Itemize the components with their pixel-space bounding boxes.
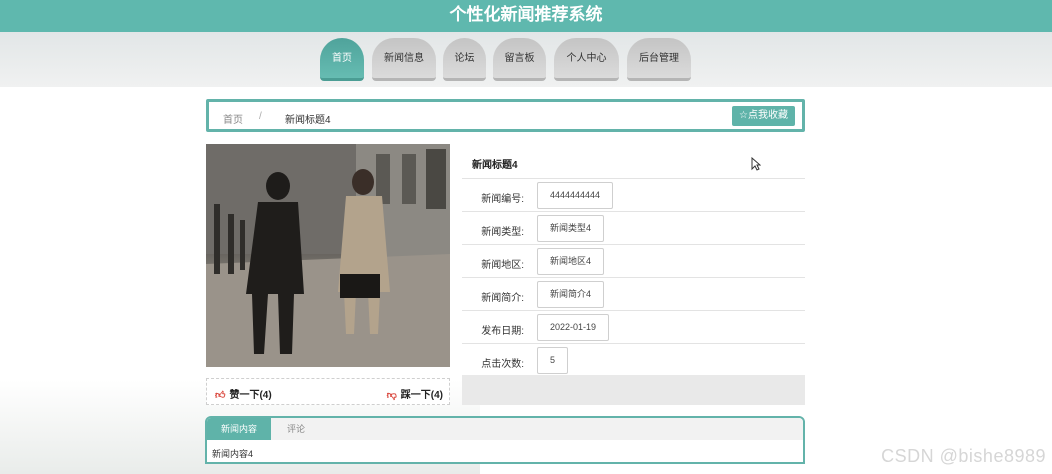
nav-item-news[interactable]: 新闻信息: [372, 38, 436, 81]
news-detail-table: 新闻编号: 4444444444 新闻类型: 新闻类型4 新闻地区: 新闻地区4…: [462, 178, 805, 377]
detail-value: 新闻类型4: [537, 215, 605, 242]
detail-label: 发布日期:: [481, 326, 524, 337]
news-content-body: 新闻内容4: [212, 449, 254, 459]
nav-item-admin[interactable]: 后台管理: [627, 38, 691, 81]
detail-table-footer: [462, 375, 805, 405]
breadcrumb: 首页 / 新闻标题4 ☆点我收藏: [206, 99, 805, 132]
dislike-label: 踩一下(4): [400, 390, 443, 401]
vote-bar: 👍︎ 赞一下(4) 👎︎ 踩一下(4): [206, 378, 450, 405]
nav-item-message-board[interactable]: 留言板: [493, 38, 546, 81]
breadcrumb-home-link[interactable]: 首页: [223, 111, 243, 126]
thumbs-down-icon: 👎︎: [386, 390, 397, 401]
watermark: CSDN @bishe8989: [881, 446, 1046, 466]
nav-item-forum[interactable]: 论坛: [443, 38, 486, 81]
news-image: [206, 144, 450, 367]
site-title: 个性化新闻推荐系统: [449, 5, 603, 24]
detail-row-clicks: 点击次数: 5: [462, 344, 805, 377]
dislike-button[interactable]: 👎︎ 踩一下(4): [387, 386, 443, 401]
breadcrumb-separator: /: [259, 111, 262, 122]
detail-row-date: 发布日期: 2022-01-19: [462, 311, 805, 344]
tab-comments[interactable]: 评论: [273, 418, 319, 440]
detail-label: 点击次数:: [481, 359, 524, 370]
detail-label: 新闻类型:: [481, 227, 524, 238]
like-label: 赞一下(4): [229, 390, 272, 401]
nav-item-user-center[interactable]: 个人中心: [554, 38, 619, 81]
detail-row-type: 新闻类型: 新闻类型4: [462, 212, 805, 245]
detail-value: 2022-01-19: [537, 314, 610, 341]
favorite-button[interactable]: ☆点我收藏: [732, 106, 795, 126]
detail-value: 新闻地区4: [537, 248, 605, 275]
tab-news-content[interactable]: 新闻内容: [207, 418, 272, 440]
detail-row-id: 新闻编号: 4444444444: [462, 179, 805, 212]
detail-label: 新闻简介:: [481, 293, 524, 304]
detail-row-region: 新闻地区: 新闻地区4: [462, 245, 805, 278]
like-button[interactable]: 👍︎ 赞一下(4): [215, 386, 272, 401]
nav-item-home[interactable]: 首页: [320, 38, 364, 81]
site-header: 个性化新闻推荐系统: [0, 0, 1052, 32]
detail-value: 新闻简介4: [537, 281, 605, 308]
thumbs-up-icon: 👍︎: [215, 390, 226, 401]
news-photo-illustration: [206, 144, 450, 367]
detail-row-summary: 新闻简介: 新闻简介4: [462, 278, 805, 311]
content-tabs: 新闻内容 评论 新闻内容4: [205, 416, 805, 464]
breadcrumb-current: 新闻标题4: [285, 115, 331, 126]
detail-value: 5: [537, 347, 569, 374]
tab-bar: 新闻内容 评论: [207, 418, 803, 440]
detail-label: 新闻编号:: [481, 194, 524, 205]
news-title: 新闻标题4: [472, 160, 518, 171]
detail-value: 4444444444: [537, 182, 614, 209]
mouse-cursor-icon: [751, 157, 761, 171]
detail-label: 新闻地区:: [481, 260, 524, 271]
